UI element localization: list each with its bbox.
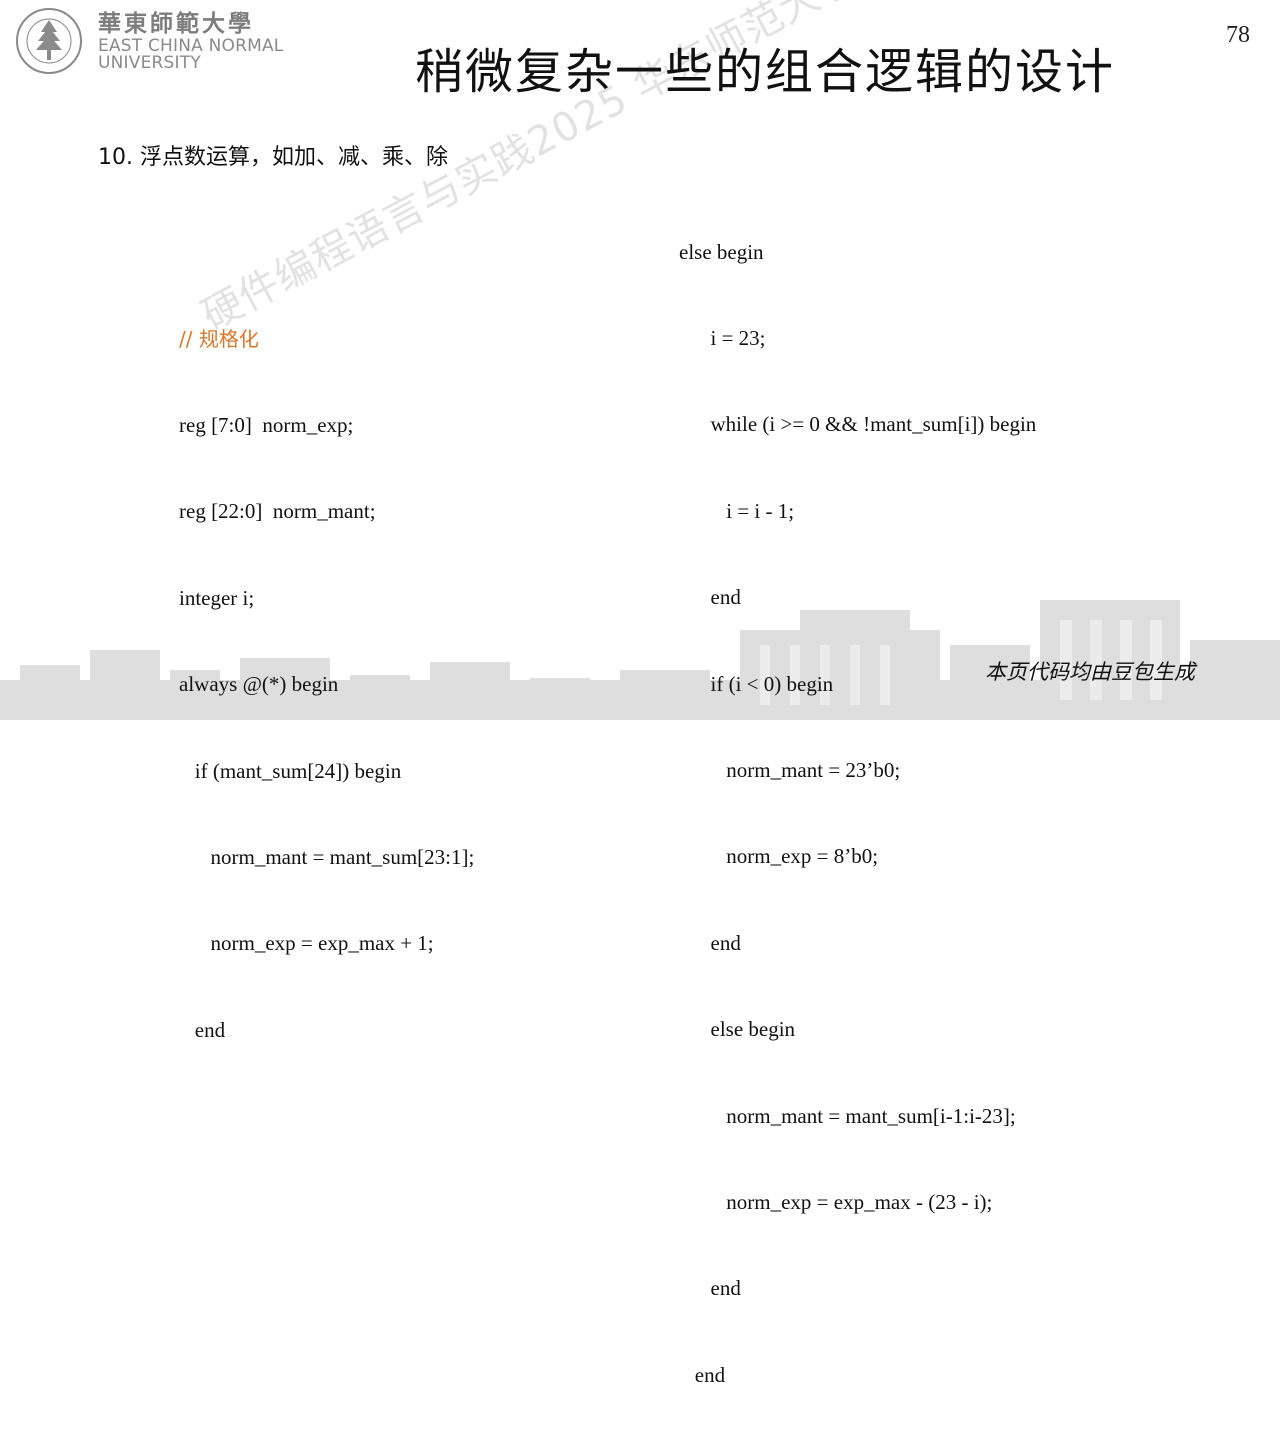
code-line: end — [679, 1276, 741, 1301]
code-line: norm_mant = mant_sum[23:1]; — [179, 844, 475, 869]
code-line: else begin — [679, 1017, 796, 1042]
code-line: if (mant_sum[24]) begin — [179, 758, 402, 783]
logo-chinese-name: 華東師範大學 — [98, 10, 254, 37]
code-block-left: // 规格化 reg [7:0] norm_exp; reg [22:0] no… — [179, 267, 474, 1073]
code-line: always @(*) begin — [179, 672, 339, 697]
code-line: norm_exp = exp_max + 1; — [179, 931, 434, 956]
page-number: 78 — [1226, 22, 1250, 48]
code-line: i = i - 1; — [679, 498, 795, 523]
code-line: norm_exp = exp_max - (23 - i); — [679, 1189, 993, 1214]
code-block-right: else begin i = 23; while (i >= 0 && !man… — [679, 180, 1036, 1440]
slide-title: 稍微复杂一些的组合逻辑的设计 — [415, 44, 1116, 100]
code-line: norm_exp = 8’b0; — [679, 844, 879, 869]
code-line: else begin — [679, 239, 764, 264]
code-line: end — [679, 585, 741, 610]
code-line: end — [179, 1017, 226, 1042]
code-line: while (i >= 0 && !mant_sum[i]) begin — [679, 412, 1037, 437]
university-logo: 華東師範大學 EAST CHINA NORMAL UNIVERSITY — [14, 6, 290, 76]
logo-text: 華東師範大學 EAST CHINA NORMAL UNIVERSITY — [98, 10, 283, 72]
code-line: integer i; — [179, 585, 255, 610]
code-line: i = 23; — [679, 325, 766, 350]
code-line: reg [22:0] norm_mant; — [179, 499, 376, 524]
footnote: 本页代码均由豆包生成 — [985, 660, 1195, 684]
code-line: end — [679, 1362, 726, 1387]
code-line: if (i < 0) begin — [679, 671, 834, 696]
code-line: end — [679, 930, 741, 955]
logo-english-line2: UNIVERSITY — [98, 53, 201, 73]
code-line: norm_mant = mant_sum[i-1:i-23]; — [679, 1103, 1016, 1128]
code-line: reg [7:0] norm_exp; — [179, 412, 354, 437]
university-seal-icon — [16, 8, 82, 74]
code-line: norm_mant = 23’b0; — [679, 757, 901, 782]
code-comment: // 规格化 — [179, 326, 259, 351]
slide-subtitle: 10. 浮点数运算，如加、减、乘、除 — [98, 145, 448, 170]
